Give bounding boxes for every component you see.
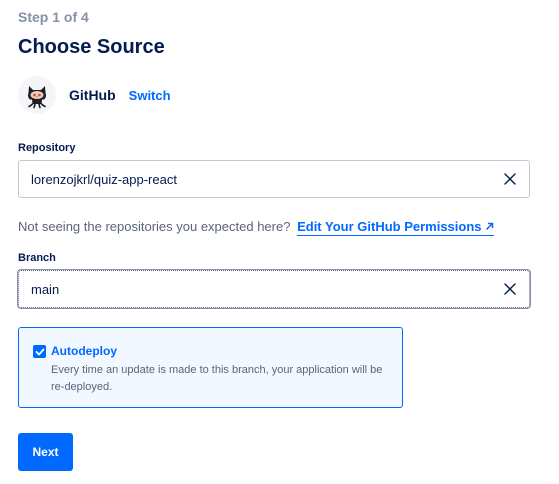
page-title: Choose Source (18, 36, 165, 58)
external-link-arrow-icon (485, 222, 493, 231)
permissions-hint: Not seeing the repositories you expected… (18, 219, 494, 236)
repository-label: Repository (18, 142, 76, 154)
checkmark-icon (35, 348, 44, 355)
repository-select[interactable]: lorenzojkrl/quiz-app-react (18, 160, 530, 198)
github-octocat-icon (18, 76, 56, 114)
branch-value: main (31, 281, 60, 297)
source-provider: GitHub Switch (18, 75, 171, 115)
close-icon (504, 283, 516, 295)
branch-select[interactable]: main (18, 270, 530, 308)
edit-github-permissions-link[interactable]: Edit Your GitHub Permissions (297, 219, 494, 236)
close-icon (504, 173, 516, 185)
permissions-hint-text: Not seeing the repositories you expected… (18, 219, 291, 234)
step-indicator: Step 1 of 4 (18, 9, 89, 25)
autodeploy-checkbox[interactable] (33, 345, 46, 358)
branch-label: Branch (18, 252, 56, 264)
provider-name: GitHub (69, 87, 116, 103)
edit-github-permissions-label: Edit Your GitHub Permissions (297, 219, 482, 234)
switch-provider-link[interactable]: Switch (129, 88, 171, 103)
clear-branch-button[interactable] (491, 270, 529, 308)
autodeploy-description: Every time an update is made to this bra… (51, 364, 383, 393)
autodeploy-option: Autodeploy Every time an update is made … (18, 327, 403, 408)
next-button[interactable]: Next (18, 433, 73, 471)
repository-value: lorenzojkrl/quiz-app-react (31, 171, 177, 187)
clear-repository-button[interactable] (491, 160, 529, 198)
autodeploy-title: Autodeploy (51, 344, 117, 358)
